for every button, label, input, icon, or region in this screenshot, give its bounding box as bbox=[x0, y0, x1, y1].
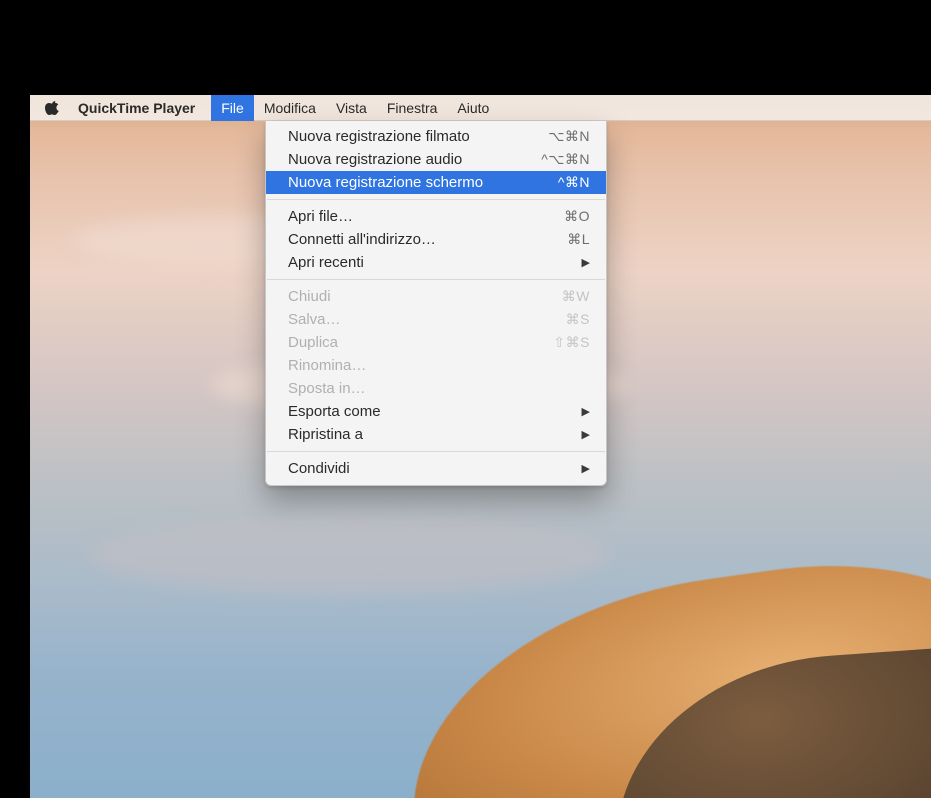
menu-item-revert-to[interactable]: Ripristina a ▶ bbox=[266, 423, 606, 446]
menu-item-share[interactable]: Condividi ▶ bbox=[266, 457, 606, 480]
menu-item-open-recent[interactable]: Apri recenti ▶ bbox=[266, 251, 606, 274]
menu-title-file[interactable]: File bbox=[211, 95, 254, 121]
menu-item-shortcut: ⌘L bbox=[567, 231, 590, 248]
menu-item-new-audio-recording[interactable]: Nuova registrazione audio^⌥⌘N bbox=[266, 148, 606, 171]
menu-item-label: Salva… bbox=[288, 311, 566, 328]
menu-item-save: Salva…⌘S bbox=[266, 308, 606, 331]
menu-item-open-file[interactable]: Apri file…⌘O bbox=[266, 205, 606, 228]
menu-item-label: Sposta in… bbox=[288, 380, 590, 397]
menu-item-label: Nuova registrazione filmato bbox=[288, 128, 548, 145]
menu-item-label: Apri file… bbox=[288, 208, 564, 225]
menu-title-vista[interactable]: Vista bbox=[326, 95, 377, 121]
menu-title-finestra[interactable]: Finestra bbox=[377, 95, 448, 121]
menu-separator bbox=[267, 279, 605, 280]
menu-item-rename: Rinomina… bbox=[266, 354, 606, 377]
menu-item-label: Connetti all'indirizzo… bbox=[288, 231, 567, 248]
menu-item-shortcut: ⌥⌘N bbox=[548, 128, 590, 145]
menu-item-shortcut: ⌘O bbox=[564, 208, 590, 225]
menu-item-export-as[interactable]: Esporta come ▶ bbox=[266, 400, 606, 423]
menu-item-new-screen-recording[interactable]: Nuova registrazione schermo^⌘N bbox=[266, 171, 606, 194]
menu-item-move-to: Sposta in… bbox=[266, 377, 606, 400]
menu-item-label: Nuova registrazione audio bbox=[288, 151, 541, 168]
menu-bar: QuickTime Player File Modifica Vista Fin… bbox=[30, 95, 931, 121]
app-name[interactable]: QuickTime Player bbox=[74, 100, 199, 116]
submenu-arrow-icon: ▶ bbox=[582, 428, 590, 441]
menu-item-label: Rinomina… bbox=[288, 357, 590, 374]
menu-separator bbox=[267, 451, 605, 452]
submenu-arrow-icon: ▶ bbox=[582, 256, 590, 269]
cloud-decoration bbox=[90, 515, 610, 595]
menu-separator bbox=[267, 199, 605, 200]
menu-item-connect-address[interactable]: Connetti all'indirizzo…⌘L bbox=[266, 228, 606, 251]
menu-title-aiuto[interactable]: Aiuto bbox=[447, 95, 499, 121]
submenu-arrow-icon: ▶ bbox=[582, 405, 590, 418]
apple-menu-icon[interactable] bbox=[44, 100, 60, 116]
desktop-screen: QuickTime Player File Modifica Vista Fin… bbox=[30, 95, 931, 798]
menu-item-label: Ripristina a bbox=[288, 426, 572, 443]
menu-item-close: Chiudi⌘W bbox=[266, 285, 606, 308]
menu-item-duplicate: Duplica⇧⌘S bbox=[266, 331, 606, 354]
submenu-arrow-icon: ▶ bbox=[582, 462, 590, 475]
menu-item-shortcut: ⌘W bbox=[562, 288, 590, 305]
menu-item-label: Chiudi bbox=[288, 288, 562, 305]
menu-item-label: Apri recenti bbox=[288, 254, 572, 271]
menu-item-label: Condividi bbox=[288, 460, 572, 477]
menu-item-label: Nuova registrazione schermo bbox=[288, 174, 558, 191]
menu-title-modifica[interactable]: Modifica bbox=[254, 95, 326, 121]
menu-item-label: Esporta come bbox=[288, 403, 572, 420]
device-bezel: QuickTime Player File Modifica Vista Fin… bbox=[0, 0, 931, 798]
menu-item-shortcut: ^⌘N bbox=[558, 174, 590, 191]
menu-item-shortcut: ⇧⌘S bbox=[553, 334, 590, 351]
menu-item-shortcut: ⌘S bbox=[566, 311, 590, 328]
menu-item-label: Duplica bbox=[288, 334, 553, 351]
menu-item-new-movie-recording[interactable]: Nuova registrazione filmato⌥⌘N bbox=[266, 125, 606, 148]
file-menu-dropdown: Nuova registrazione filmato⌥⌘NNuova regi… bbox=[265, 121, 607, 486]
menu-item-shortcut: ^⌥⌘N bbox=[541, 151, 590, 168]
